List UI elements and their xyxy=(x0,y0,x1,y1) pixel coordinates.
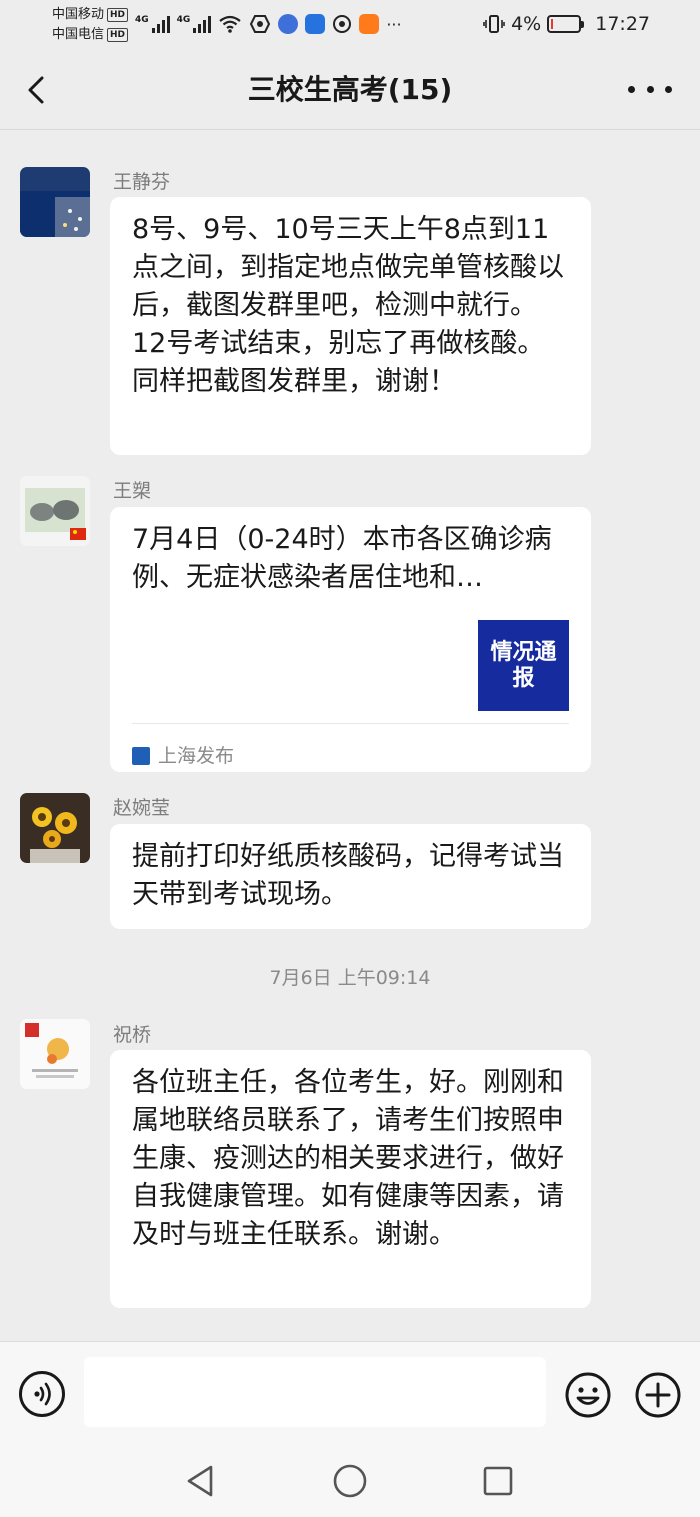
plus-icon[interactable] xyxy=(634,1371,682,1419)
avatar[interactable] xyxy=(20,1019,90,1089)
card-divider xyxy=(132,723,569,724)
sender-name: 王静芬 xyxy=(113,171,171,193)
message-bubble[interactable]: 8号、9号、10号三天上午8点到11点之间，到指定地点做完单管核酸以后，截图发群… xyxy=(110,197,591,455)
back-triangle-icon[interactable] xyxy=(181,1461,221,1501)
sender-name: 祝桥 xyxy=(113,1024,152,1046)
carrier-info: 中国移动 HD 中国电信 HD xyxy=(52,5,129,45)
input-bar xyxy=(0,1341,700,1445)
message-bubble[interactable]: 各位班主任，各位考生，好。刚刚和属地联络员联系了，请考生们按照申生康、疫测达的相… xyxy=(110,1050,591,1308)
sender-name: 王槊 xyxy=(113,480,152,502)
source-name: 上海发布 xyxy=(158,745,235,767)
source-logo-icon xyxy=(132,747,150,765)
emoji-icon[interactable] xyxy=(564,1371,612,1419)
signal-icon: 4G xyxy=(135,15,170,33)
home-circle-icon[interactable] xyxy=(330,1461,370,1501)
hand-app-icon xyxy=(250,15,271,33)
message-input[interactable] xyxy=(84,1357,546,1427)
article-card[interactable]: 7月4日（0-24时）本市各区确诊病例、无症状感染者居住地和… 情况通报 上海发… xyxy=(110,507,591,772)
status-bar: 中国移动 HD 中国电信 HD 4G 4G ··· 4% 17:27 xyxy=(0,0,700,50)
chat-message-list[interactable]: 王静芬 8号、9号、10号三天上午8点到11点之间，到指定地点做完单管核酸以后，… xyxy=(0,131,700,1341)
voice-icon[interactable] xyxy=(19,1371,65,1417)
chat-title: 三校生高考(15) xyxy=(247,73,453,106)
avatar[interactable] xyxy=(20,167,90,237)
battery-percent: 4% xyxy=(511,13,542,35)
message-bubble[interactable]: 提前打印好纸质核酸码，记得考试当天带到考试现场。 xyxy=(110,824,591,929)
network-type: 4G xyxy=(176,15,191,25)
status-icons: 4G 4G ··· xyxy=(135,10,402,38)
carrier-2: 中国电信 xyxy=(52,27,105,42)
chat-header: 三校生高考(15) xyxy=(0,50,700,130)
bulb-app-icon xyxy=(305,14,326,34)
more-status-icon: ··· xyxy=(386,14,402,34)
status-right: 4% 17:27 xyxy=(483,10,650,38)
avatar[interactable] xyxy=(20,476,90,546)
avatar[interactable] xyxy=(20,793,90,863)
carrier-1: 中国移动 xyxy=(52,7,105,22)
hd-badge: HD xyxy=(107,28,129,42)
signal-icon: 4G xyxy=(177,15,212,33)
clock: 17:27 xyxy=(595,13,650,35)
video-app-icon xyxy=(359,14,380,34)
system-nav-bar xyxy=(0,1445,700,1517)
vibrate-icon xyxy=(483,15,505,33)
music-app-icon xyxy=(278,14,299,34)
hd-badge: HD xyxy=(107,8,129,22)
recents-square-icon[interactable] xyxy=(478,1461,518,1501)
battery-icon xyxy=(547,15,585,33)
more-options-icon[interactable] xyxy=(628,74,672,104)
message-timestamp: 7月6日 上午09:14 xyxy=(269,967,431,989)
card-title: 7月4日（0-24时）本市各区确诊病例、无症状感染者居住地和… xyxy=(132,524,552,593)
wifi-icon xyxy=(219,15,241,33)
sender-name: 赵婉莹 xyxy=(113,797,171,819)
network-type: 4G xyxy=(135,15,149,25)
card-source: 上海发布 xyxy=(132,737,234,775)
card-thumbnail: 情况通报 xyxy=(478,620,569,711)
camera-app-icon xyxy=(333,15,352,33)
